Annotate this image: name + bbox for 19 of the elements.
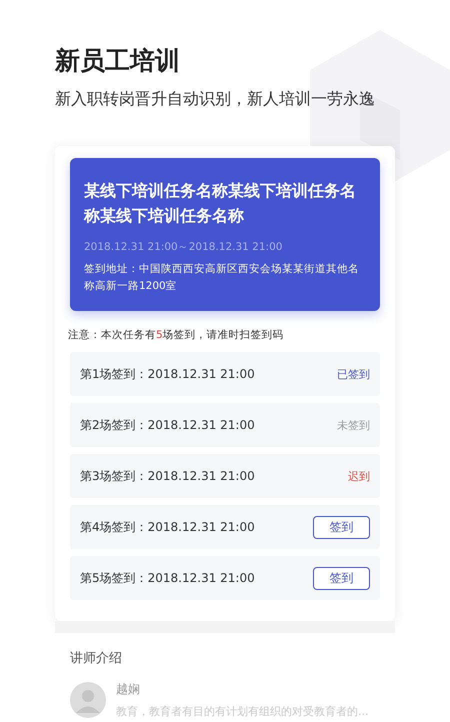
session-label: 第5场签到：2018.12.31 21:00 bbox=[80, 570, 255, 586]
check-in-button[interactable]: 签到 bbox=[313, 516, 370, 538]
teacher-name: 越娴 bbox=[116, 681, 141, 698]
session-label: 第3场签到：2018.12.31 21:00 bbox=[80, 468, 255, 484]
page-subtitle: 新入职转岗晋升自动识别，新人培训一劳永逸 bbox=[55, 89, 376, 110]
session-status: 迟到 bbox=[348, 468, 370, 484]
page-title: 新员工培训 bbox=[55, 45, 181, 77]
session-status: 未签到 bbox=[337, 418, 370, 432]
check-in-button[interactable]: 签到 bbox=[313, 566, 370, 590]
section-heading: 讲师介绍 bbox=[70, 650, 123, 667]
task-time: 2018.12.31 21:00～2018.12.31 21:00 bbox=[84, 240, 284, 254]
session-label: 第1场签到：2018.12.31 21:00 bbox=[80, 366, 255, 382]
notice-text: 注意：本次任务有5场签到，请准时扫签到码 bbox=[68, 328, 285, 342]
task-title: 某线下培训任务名称某线下培训任务名称某线下培训任务名称 bbox=[84, 180, 357, 227]
session-label: 第4场签到：2018.12.31 21:00 bbox=[80, 518, 255, 536]
session-label: 第2场签到：2018.12.31 21:00 bbox=[80, 416, 255, 434]
avatar-icon bbox=[70, 682, 106, 718]
task-address: 签到地址：中国陕西西安高新区西安会场某某街道其他名称高新一路1200室 bbox=[84, 262, 360, 294]
session-status: 已签到 bbox=[337, 366, 370, 382]
